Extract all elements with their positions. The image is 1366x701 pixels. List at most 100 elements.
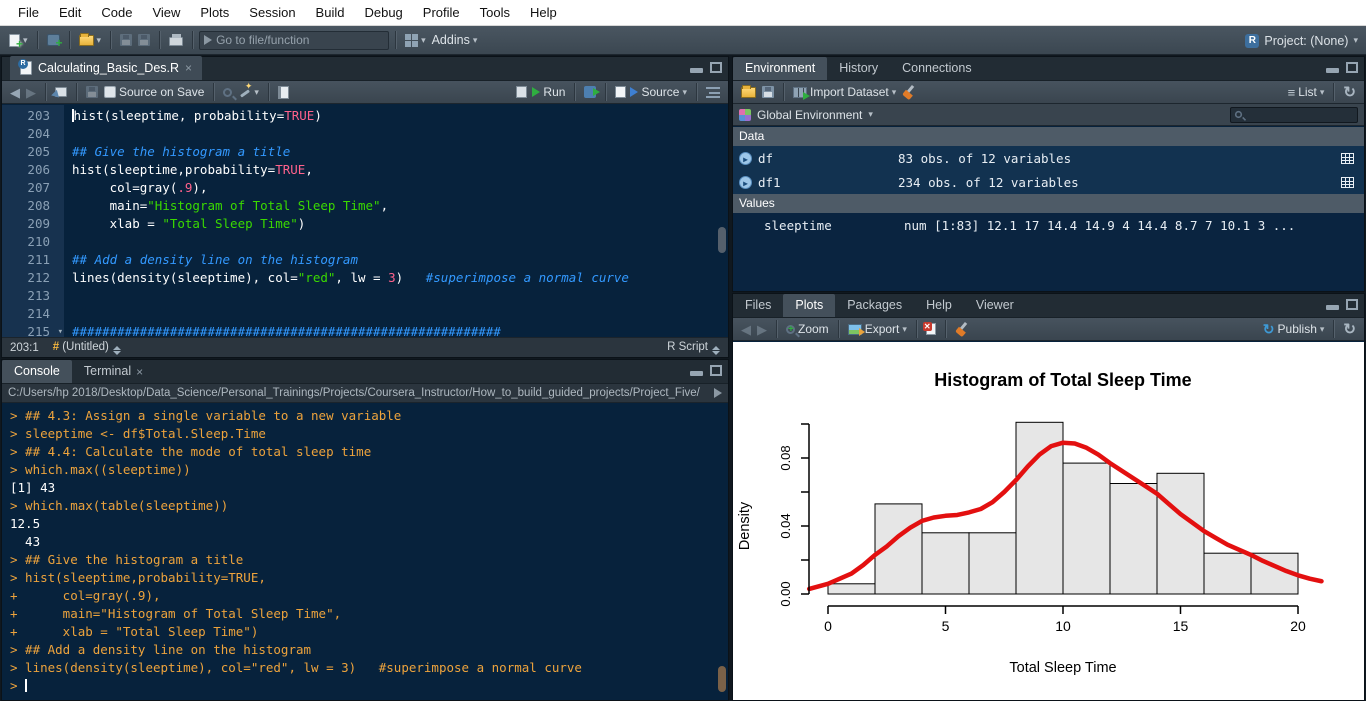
project-selector[interactable]: R Project: (None) ▾ bbox=[1245, 26, 1358, 55]
environment-row-df1[interactable]: ▶ df1 234 obs. of 12 variables bbox=[733, 170, 1364, 194]
environment-row-sleeptime[interactable]: sleeptime num [1:83] 12.1 17 14.4 14.9 4 … bbox=[733, 213, 1364, 237]
load-workspace-button[interactable] bbox=[738, 84, 759, 100]
source-on-save-checkbox[interactable]: Source on Save bbox=[101, 83, 207, 101]
menu-profile[interactable]: Profile bbox=[413, 0, 470, 26]
editor-line-207[interactable]: col=gray(.9), bbox=[72, 179, 728, 197]
line-number[interactable]: 203 bbox=[2, 107, 64, 125]
run-button[interactable]: Run bbox=[513, 83, 568, 101]
menu-build[interactable]: Build bbox=[306, 0, 355, 26]
back-button[interactable]: ◀ bbox=[7, 84, 23, 101]
tab-plots[interactable]: Plots bbox=[783, 294, 836, 317]
remove-plot-button[interactable] bbox=[922, 321, 939, 337]
list-view-button[interactable]: ≡ List ▾ bbox=[1285, 83, 1328, 101]
line-number[interactable]: 211 bbox=[2, 251, 64, 269]
editor-line-206[interactable]: hist(sleeptime,probability=TRUE, bbox=[72, 161, 728, 179]
tab-console[interactable]: Console bbox=[2, 360, 72, 383]
editor-line-212[interactable]: lines(density(sleeptime), col="red", lw … bbox=[72, 269, 728, 287]
pane-layout-button[interactable]: ▾ bbox=[402, 32, 429, 49]
editor-line-210[interactable] bbox=[72, 233, 728, 251]
refresh-plot-button[interactable]: ↻ bbox=[1340, 320, 1359, 339]
save-all-button[interactable] bbox=[135, 32, 153, 48]
scope-selector[interactable]: Global Environment bbox=[757, 108, 862, 122]
editor-line-213[interactable] bbox=[72, 287, 728, 305]
addins-button[interactable]: Addins ▾ bbox=[429, 31, 481, 49]
line-number[interactable]: 204 bbox=[2, 125, 64, 143]
export-plot-button[interactable]: Export ▾ bbox=[845, 320, 910, 338]
tab-terminal[interactable]: Terminal × bbox=[72, 360, 155, 383]
section-selector[interactable]: # (Untitled) bbox=[53, 341, 121, 355]
line-number[interactable]: 213 bbox=[2, 287, 64, 305]
line-number[interactable]: 209 bbox=[2, 215, 64, 233]
menu-view[interactable]: View bbox=[142, 0, 190, 26]
new-file-button[interactable]: ▾ bbox=[6, 32, 31, 51]
save-workspace-button[interactable] bbox=[759, 84, 777, 100]
expand-icon[interactable]: ▶ bbox=[739, 175, 752, 189]
code-editor[interactable]: 203 204 205 206 207 208 209 210 211 212 213 214 215 ▾… bbox=[2, 105, 728, 337]
save-button[interactable] bbox=[117, 32, 135, 48]
view-table-icon[interactable] bbox=[1341, 152, 1354, 164]
clear-environment-button[interactable] bbox=[899, 83, 919, 101]
source-tab-calculating-basic-des[interactable]: Calculating_Basic_Des.R × bbox=[10, 56, 203, 80]
menu-code[interactable]: Code bbox=[91, 0, 142, 26]
editor-line-214[interactable] bbox=[72, 305, 728, 323]
editor-scrollbar[interactable] bbox=[718, 227, 726, 253]
new-project-button[interactable] bbox=[44, 32, 63, 50]
tab-connections[interactable]: Connections bbox=[890, 57, 984, 80]
code-tools-button[interactable]: ▾ bbox=[235, 81, 262, 101]
editor-line-208[interactable]: main="Histogram of Total Sleep Time", bbox=[72, 197, 728, 215]
import-dataset-button[interactable]: Import Dataset ▾ bbox=[790, 83, 899, 101]
maximize-pane-icon[interactable] bbox=[1346, 62, 1358, 73]
line-number[interactable]: 205 bbox=[2, 143, 64, 161]
editor-line-215[interactable]: ########################################… bbox=[72, 323, 728, 337]
show-in-new-window-button[interactable] bbox=[52, 85, 70, 99]
find-replace-button[interactable] bbox=[220, 86, 235, 99]
previous-plot-button[interactable]: ◀ bbox=[738, 321, 754, 338]
line-number[interactable]: 206 bbox=[2, 161, 64, 179]
editor-line-203[interactable]: hist(sleeptime, probability=TRUE) bbox=[72, 107, 728, 125]
environment-row-df[interactable]: ▶ df 83 obs. of 12 variables bbox=[733, 146, 1364, 170]
editor-line-204[interactable] bbox=[72, 125, 728, 143]
console-output[interactable]: > ## 4.3: Assign a single variable to a … bbox=[2, 404, 728, 700]
goto-file-function-box[interactable] bbox=[199, 30, 390, 50]
menu-edit[interactable]: Edit bbox=[49, 0, 91, 26]
forward-button[interactable]: ▶ bbox=[23, 84, 39, 101]
menu-file[interactable]: File bbox=[8, 0, 49, 26]
close-icon[interactable]: × bbox=[136, 366, 143, 378]
minimize-pane-icon[interactable] bbox=[1326, 68, 1339, 73]
maximize-pane-icon[interactable] bbox=[1346, 299, 1358, 310]
goto-directory-icon[interactable] bbox=[714, 388, 722, 398]
next-plot-button[interactable]: ▶ bbox=[754, 321, 770, 338]
line-number[interactable]: 214 bbox=[2, 305, 64, 323]
editor-line-209[interactable]: xlab = "Total Sleep Time") bbox=[72, 215, 728, 233]
minimize-pane-icon[interactable] bbox=[1326, 305, 1339, 310]
publish-button[interactable]: ↻ Publish ▾ bbox=[1260, 320, 1328, 338]
line-number[interactable]: 207 bbox=[2, 179, 64, 197]
compile-report-button[interactable] bbox=[275, 84, 292, 101]
minimize-pane-icon[interactable] bbox=[690, 68, 703, 73]
save-doc-button[interactable] bbox=[83, 84, 101, 100]
editor-line-205[interactable]: ## Give the histogram a title bbox=[72, 143, 728, 161]
tab-history[interactable]: History bbox=[827, 57, 890, 80]
tab-help[interactable]: Help bbox=[914, 294, 964, 317]
clear-all-plots-button[interactable] bbox=[952, 320, 972, 338]
maximize-pane-icon[interactable] bbox=[710, 62, 722, 73]
refresh-environment-button[interactable]: ↻ bbox=[1340, 83, 1359, 102]
view-table-icon[interactable] bbox=[1341, 176, 1354, 188]
menu-session[interactable]: Session bbox=[239, 0, 305, 26]
tab-packages[interactable]: Packages bbox=[835, 294, 914, 317]
document-outline-button[interactable] bbox=[703, 85, 723, 100]
minimize-pane-icon[interactable] bbox=[690, 371, 703, 376]
expand-icon[interactable]: ▶ bbox=[739, 151, 752, 165]
menu-debug[interactable]: Debug bbox=[354, 0, 412, 26]
open-file-button[interactable]: ▾ bbox=[76, 32, 105, 48]
environment-search-box[interactable] bbox=[1230, 106, 1358, 123]
zoom-plot-button[interactable]: Zoom bbox=[783, 320, 832, 338]
doc-type-selector[interactable]: R Script bbox=[667, 341, 720, 355]
line-number[interactable]: 210 bbox=[2, 233, 64, 251]
tab-environment[interactable]: Environment bbox=[733, 57, 828, 80]
source-button[interactable]: Source ▾ bbox=[612, 83, 690, 101]
editor-code[interactable]: hist(sleeptime, probability=TRUE) ## Give… bbox=[64, 105, 728, 337]
editor-line-211[interactable]: ## Add a density line on the histogram bbox=[72, 251, 728, 269]
rerun-button[interactable] bbox=[581, 84, 601, 100]
goto-file-function-input[interactable] bbox=[216, 33, 367, 47]
